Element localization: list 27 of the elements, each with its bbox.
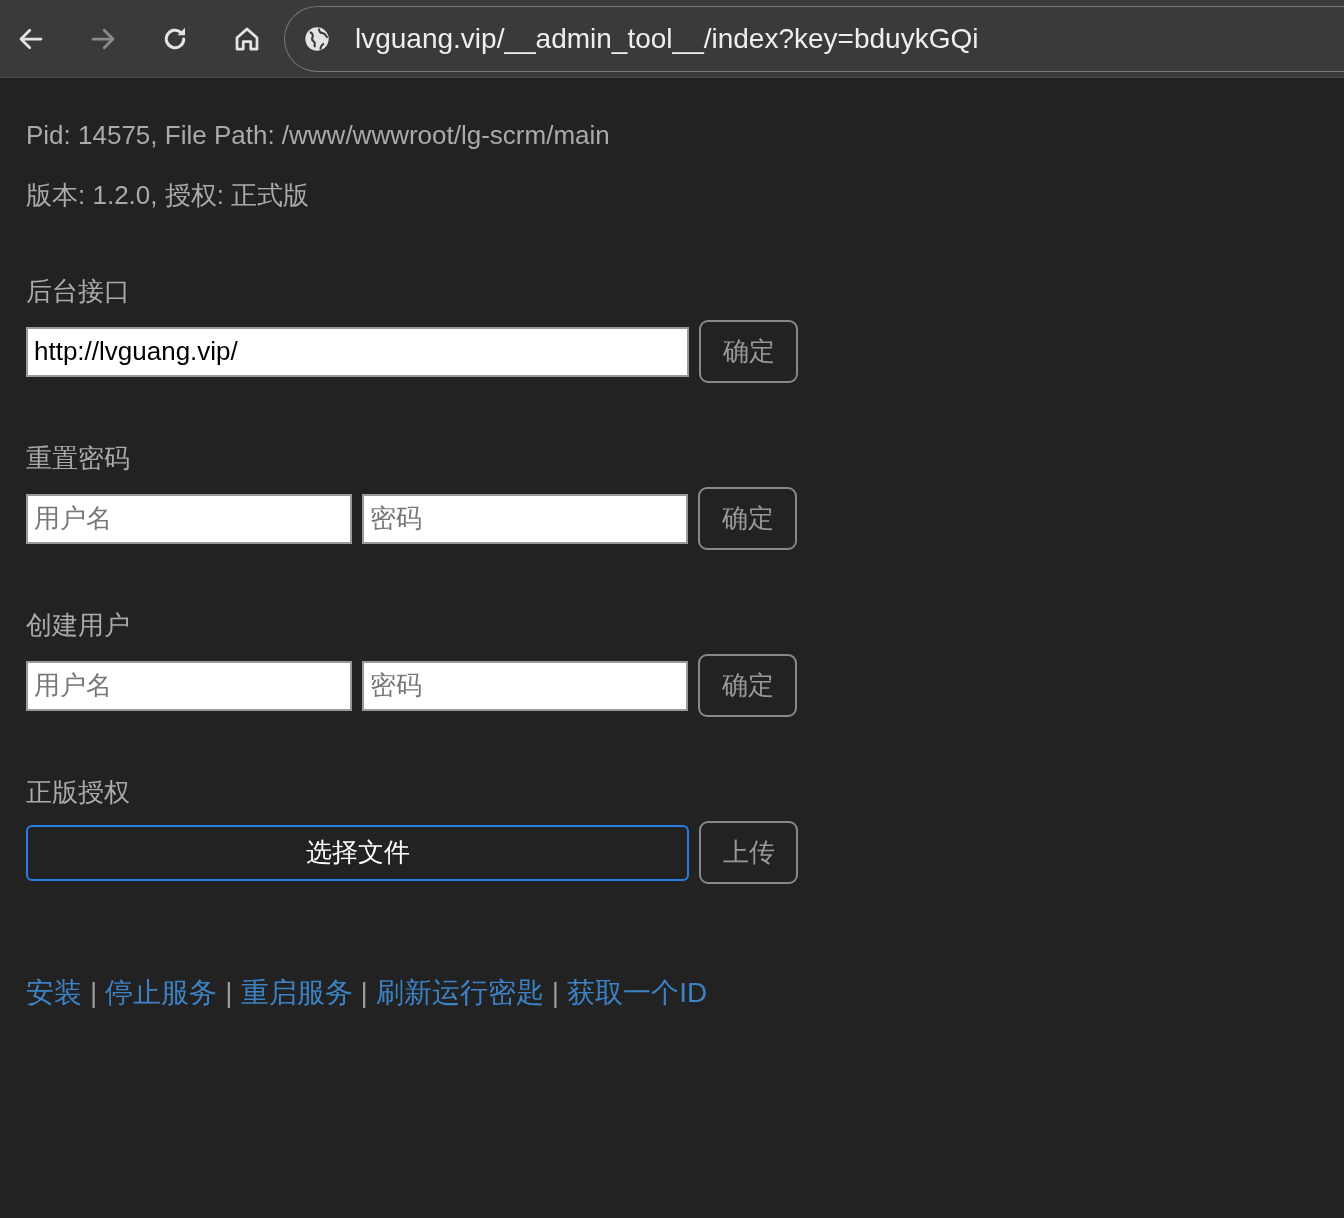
input-field[interactable]: 用户名 (26, 493, 352, 544)
input-field[interactable]: http://lvguang.vip/ (26, 326, 689, 377)
section-title: 重置密码 (26, 443, 131, 473)
footer-link[interactable]: 停止服务 (105, 974, 218, 1012)
footer-link[interactable]: 安装 (26, 974, 82, 1012)
separator-text: | (360, 977, 368, 1009)
submit-button[interactable]: 上传 (699, 821, 798, 884)
section-title: 创建用户 (26, 610, 131, 640)
submit-button[interactable]: 确定 (699, 320, 798, 383)
separator-text: | (90, 977, 98, 1009)
choose-file-button[interactable]: 选择文件 (26, 824, 689, 881)
section-title: 正版授权 (26, 777, 131, 807)
globe-icon (303, 24, 331, 53)
info-text: 版本: 1.2.0, 授权: 正式版 (26, 180, 311, 210)
section-title: 后台接口 (26, 276, 131, 306)
input-field[interactable]: 用户名 (26, 660, 352, 711)
separator-text: | (225, 977, 233, 1009)
footer-link[interactable]: 刷新运行密匙 (375, 974, 544, 1012)
submit-button[interactable]: 确定 (698, 654, 797, 717)
submit-button[interactable]: 确定 (698, 487, 797, 550)
separator-text: | (551, 977, 560, 1009)
input-field[interactable]: 密码 (362, 493, 688, 544)
info-text: Pid: 14575, File Path: /www/wwwroot/lg-scrm/main (26, 120, 611, 150)
url-text: lvguang.vip/__admin_tool__/index?key=bduykGQi (355, 22, 979, 55)
footer-link[interactable]: 重启服务 (240, 974, 353, 1012)
input-field[interactable]: 密码 (362, 660, 688, 711)
footer-link[interactable]: 获取一个ID (567, 974, 708, 1012)
